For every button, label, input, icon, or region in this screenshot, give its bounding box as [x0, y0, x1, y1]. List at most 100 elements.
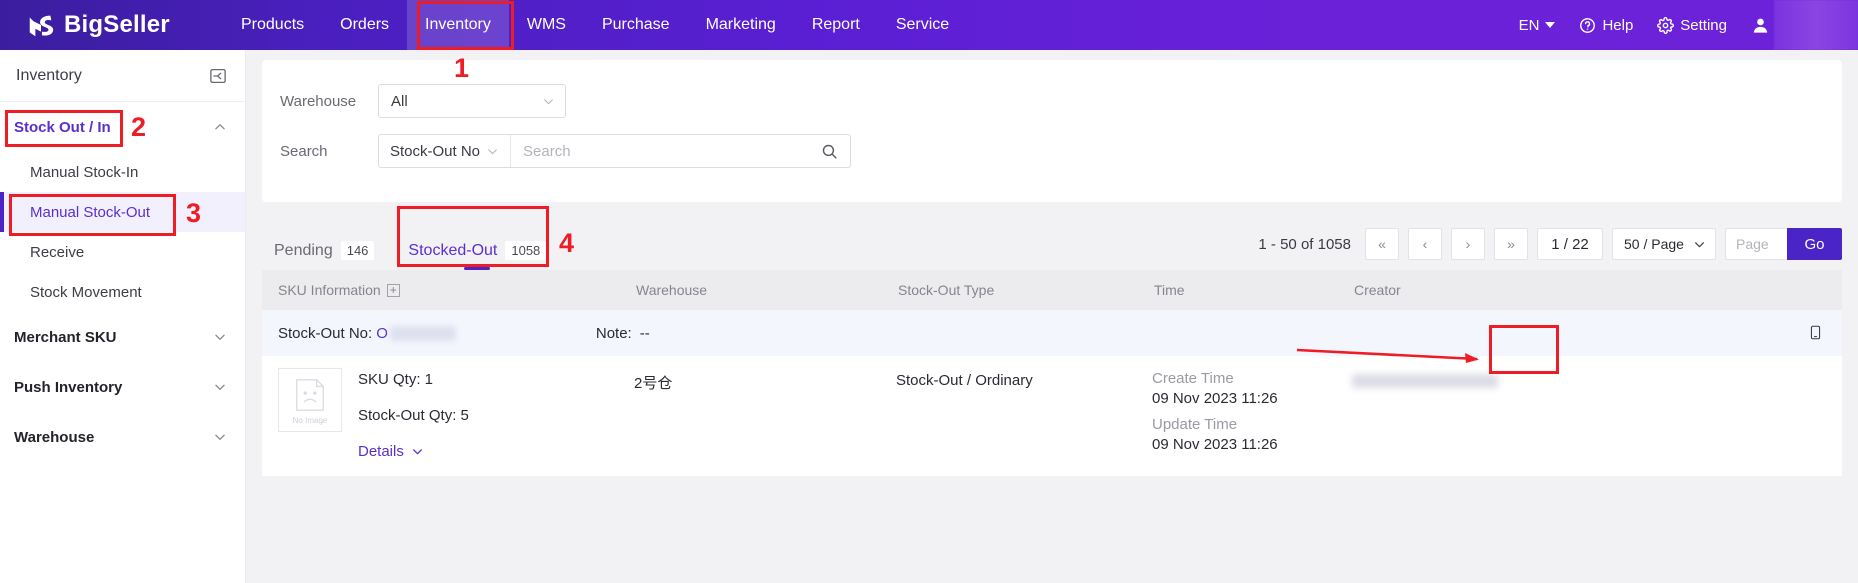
- search-type-select[interactable]: Stock-Out No: [379, 135, 512, 167]
- page-jump-input[interactable]: [1725, 228, 1787, 260]
- note-label: Note:: [595, 324, 632, 342]
- chevron-down-icon: [215, 434, 225, 440]
- nav-item-orders[interactable]: Orders: [322, 0, 407, 50]
- column-header-sku-information: SKU Information +: [262, 282, 634, 298]
- annotation-number-3: 3: [186, 198, 202, 228]
- language-label: EN: [1518, 16, 1540, 34]
- annotation-number-4: 4: [559, 228, 575, 258]
- user-avatar-icon: [1753, 18, 1768, 33]
- tab-stocked-out[interactable]: Stocked-Out 1058: [408, 241, 547, 270]
- sidebar-group-label: Warehouse: [14, 428, 95, 446]
- mobile-view-button[interactable]: [1800, 317, 1830, 347]
- search-type-value: Stock-Out No: [390, 142, 481, 160]
- search-filter-label: Search: [280, 142, 328, 160]
- sidebar-title: Inventory: [16, 66, 82, 84]
- sidebar: Inventory Stock Out / In Manual Stock-In…: [0, 50, 246, 583]
- pagination-prev-button[interactable]: ‹: [1408, 228, 1442, 260]
- creator-name-blurred: [1352, 374, 1498, 388]
- main-nav-items: Products Orders Inventory WMS Purchase M…: [223, 0, 967, 50]
- order-header-strip: Stock-Out No: O Note: --: [262, 310, 1842, 356]
- pagination-first-button[interactable]: «: [1365, 228, 1399, 260]
- nav-item-purchase[interactable]: Purchase: [584, 0, 688, 50]
- sidebar-item-stock-movement[interactable]: Stock Movement: [0, 272, 245, 312]
- search-icon: [822, 144, 837, 159]
- column-header-time: Time: [1154, 282, 1185, 298]
- pagination-next-button[interactable]: ›: [1451, 228, 1485, 260]
- user-account-button[interactable]: [1739, 16, 1774, 35]
- pagination: 1 - 50 of 1058 « ‹ › » 1 / 22 50 / Page …: [1258, 228, 1842, 260]
- collapse-sidebar-icon[interactable]: [209, 67, 227, 85]
- stock-out-no-value[interactable]: O: [376, 325, 388, 342]
- sidebar-group-merchant-sku[interactable]: Merchant SKU: [0, 312, 245, 362]
- stock-out-table: SKU Information + Warehouse Stock-Out Ty…: [262, 270, 1842, 476]
- chevron-down-icon: [1545, 22, 1556, 28]
- sidebar-group-stock-out-in[interactable]: Stock Out / In: [0, 102, 245, 152]
- nav-item-wms[interactable]: WMS: [509, 0, 584, 50]
- nav-item-report[interactable]: Report: [794, 0, 878, 50]
- table-row: Stock-Out No: O Note: -- No Image SKU Qt…: [262, 310, 1842, 476]
- chevron-down-icon: [488, 148, 497, 154]
- status-tabs: Pending 146 Stocked-Out 1058: [262, 241, 547, 270]
- tab-pending[interactable]: Pending 146: [274, 241, 375, 270]
- warehouse-select[interactable]: All: [378, 84, 566, 118]
- setting-button[interactable]: Setting: [1645, 17, 1739, 34]
- tab-pending-label: Pending: [274, 241, 333, 259]
- brand-name: BigSeller: [64, 11, 170, 38]
- language-selector[interactable]: EN: [1507, 17, 1568, 34]
- help-button[interactable]: Help: [1567, 17, 1645, 34]
- cell-time: Create Time 09 Nov 2023 11:26 Update Tim…: [1152, 368, 1352, 462]
- nav-item-products[interactable]: Products: [223, 0, 322, 50]
- tabs-and-pagination-bar: Pending 146 Stocked-Out 1058 1 - 50 of 1…: [262, 216, 1842, 270]
- page-size-select[interactable]: 50 / Page: [1612, 228, 1716, 260]
- sidebar-group-label: Push Inventory: [14, 378, 123, 396]
- pagination-last-button[interactable]: »: [1494, 228, 1528, 260]
- pagination-range-text: 1 - 50 of 1058: [1258, 235, 1351, 253]
- nav-item-inventory[interactable]: Inventory: [407, 0, 509, 50]
- main-content: Warehouse All Search Stock-Out No Search…: [246, 50, 1858, 583]
- no-image-placeholder: No Image: [278, 368, 342, 432]
- brand-logo-area[interactable]: BigSeller: [26, 10, 201, 40]
- sidebar-group-label: Merchant SKU: [14, 328, 117, 346]
- page-size-value: 50 / Page: [1624, 236, 1684, 252]
- note-value: --: [639, 324, 650, 342]
- details-toggle[interactable]: Details: [358, 444, 424, 459]
- cell-sku-information: No Image SKU Qty: 1 Stock-Out Qty: 5 Det…: [262, 368, 634, 462]
- bigseller-logo-icon: [29, 15, 54, 37]
- sidebar-group-warehouse[interactable]: Warehouse: [0, 412, 245, 462]
- chevron-down-icon: [1695, 241, 1704, 247]
- chevron-down-icon: [412, 449, 422, 455]
- column-header-label: SKU Information: [278, 282, 381, 298]
- sidebar-item-manual-stock-out[interactable]: Manual Stock-Out: [0, 192, 245, 232]
- chevron-up-icon: [215, 124, 225, 130]
- update-time-value: 09 Nov 2023 11:26: [1152, 436, 1278, 453]
- top-navigation-bar: BigSeller Products Orders Inventory WMS …: [0, 0, 1858, 50]
- annotation-number-2: 2: [131, 112, 147, 142]
- search-group: Stock-Out No: [378, 134, 851, 168]
- help-circle-icon: [1580, 17, 1596, 33]
- sidebar-group-push-inventory[interactable]: Push Inventory: [0, 362, 245, 412]
- cell-creator: [1352, 368, 1552, 462]
- mobile-phone-icon: [1810, 325, 1820, 339]
- sidebar-item-receive[interactable]: Receive: [0, 232, 245, 272]
- column-header-creator: Creator: [1354, 282, 1401, 298]
- column-header-stock-out-type: Stock-Out Type: [898, 282, 995, 298]
- table-header-row: SKU Information + Warehouse Stock-Out Ty…: [262, 270, 1842, 310]
- sidebar-item-manual-stock-in[interactable]: Manual Stock-In: [0, 152, 245, 192]
- chevron-down-icon: [215, 384, 225, 390]
- expand-columns-icon[interactable]: +: [386, 283, 400, 297]
- sidebar-group-label: Stock Out / In: [14, 118, 111, 136]
- order-detail-row: No Image SKU Qty: 1 Stock-Out Qty: 5 Det…: [262, 356, 1842, 476]
- search-button[interactable]: [808, 135, 850, 167]
- nav-item-marketing[interactable]: Marketing: [688, 0, 794, 50]
- annotation-number-1: 1: [454, 53, 470, 83]
- help-label: Help: [1602, 16, 1634, 34]
- details-label: Details: [358, 443, 404, 460]
- filter-row-warehouse: Warehouse All: [262, 76, 1842, 126]
- stock-out-no-blurred: [389, 325, 456, 341]
- stock-out-no-label: Stock-Out No:: [278, 324, 373, 342]
- no-image-icon: [296, 379, 324, 411]
- search-input[interactable]: [511, 135, 808, 167]
- gear-icon: [1657, 16, 1675, 34]
- nav-item-service[interactable]: Service: [878, 0, 967, 50]
- page-go-button[interactable]: Go: [1787, 228, 1842, 260]
